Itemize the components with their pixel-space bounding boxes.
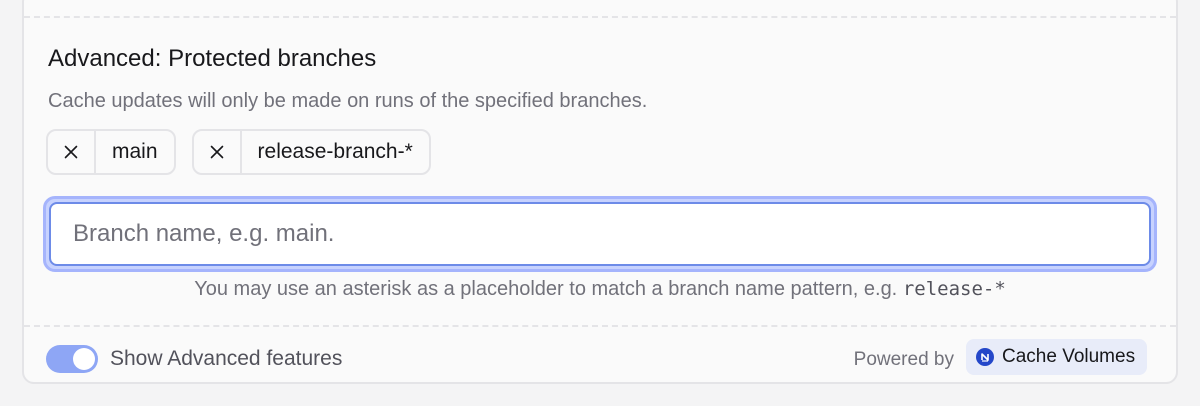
remove-branch-main-button[interactable] [48, 131, 96, 173]
branch-tag-label: main [112, 140, 158, 163]
close-icon [64, 145, 78, 159]
branch-tag-release: release-branch-* [191, 129, 431, 175]
powered-by-label: Powered by [853, 349, 954, 370]
branch-name-input[interactable] [51, 204, 1149, 264]
cache-volumes-badge[interactable]: Cache Volumes [966, 339, 1148, 375]
divider-bottom [24, 325, 1176, 327]
advanced-features-toggle[interactable] [46, 345, 98, 373]
close-icon [210, 145, 223, 159]
branch-tag-list: main release-branch-* [46, 129, 431, 175]
hint-text: You may use an asterisk as a placeholder… [194, 278, 903, 300]
branch-pattern-hint: You may use an asterisk as a placeholder… [24, 276, 1176, 302]
branch-tag-main: main [46, 129, 176, 175]
divider-top [24, 16, 1176, 18]
cache-volumes-logo-icon [976, 348, 994, 366]
remove-branch-release-button[interactable] [194, 131, 242, 173]
branch-tag-label: release-branch-* [257, 140, 413, 163]
section-description: Cache updates will only be made on runs … [48, 90, 648, 112]
branch-input-focus-ring [43, 196, 1157, 272]
section-title: Advanced: Protected branches [48, 45, 377, 72]
protected-branches-panel: Advanced: Protected branches Cache updat… [22, 0, 1178, 384]
branch-input-box [49, 202, 1151, 266]
toggle-knob [73, 348, 95, 370]
advanced-features-label[interactable]: Show Advanced features [110, 347, 342, 371]
hint-code-example: release-* [902, 278, 1006, 300]
cache-volumes-label: Cache Volumes [1002, 346, 1136, 367]
